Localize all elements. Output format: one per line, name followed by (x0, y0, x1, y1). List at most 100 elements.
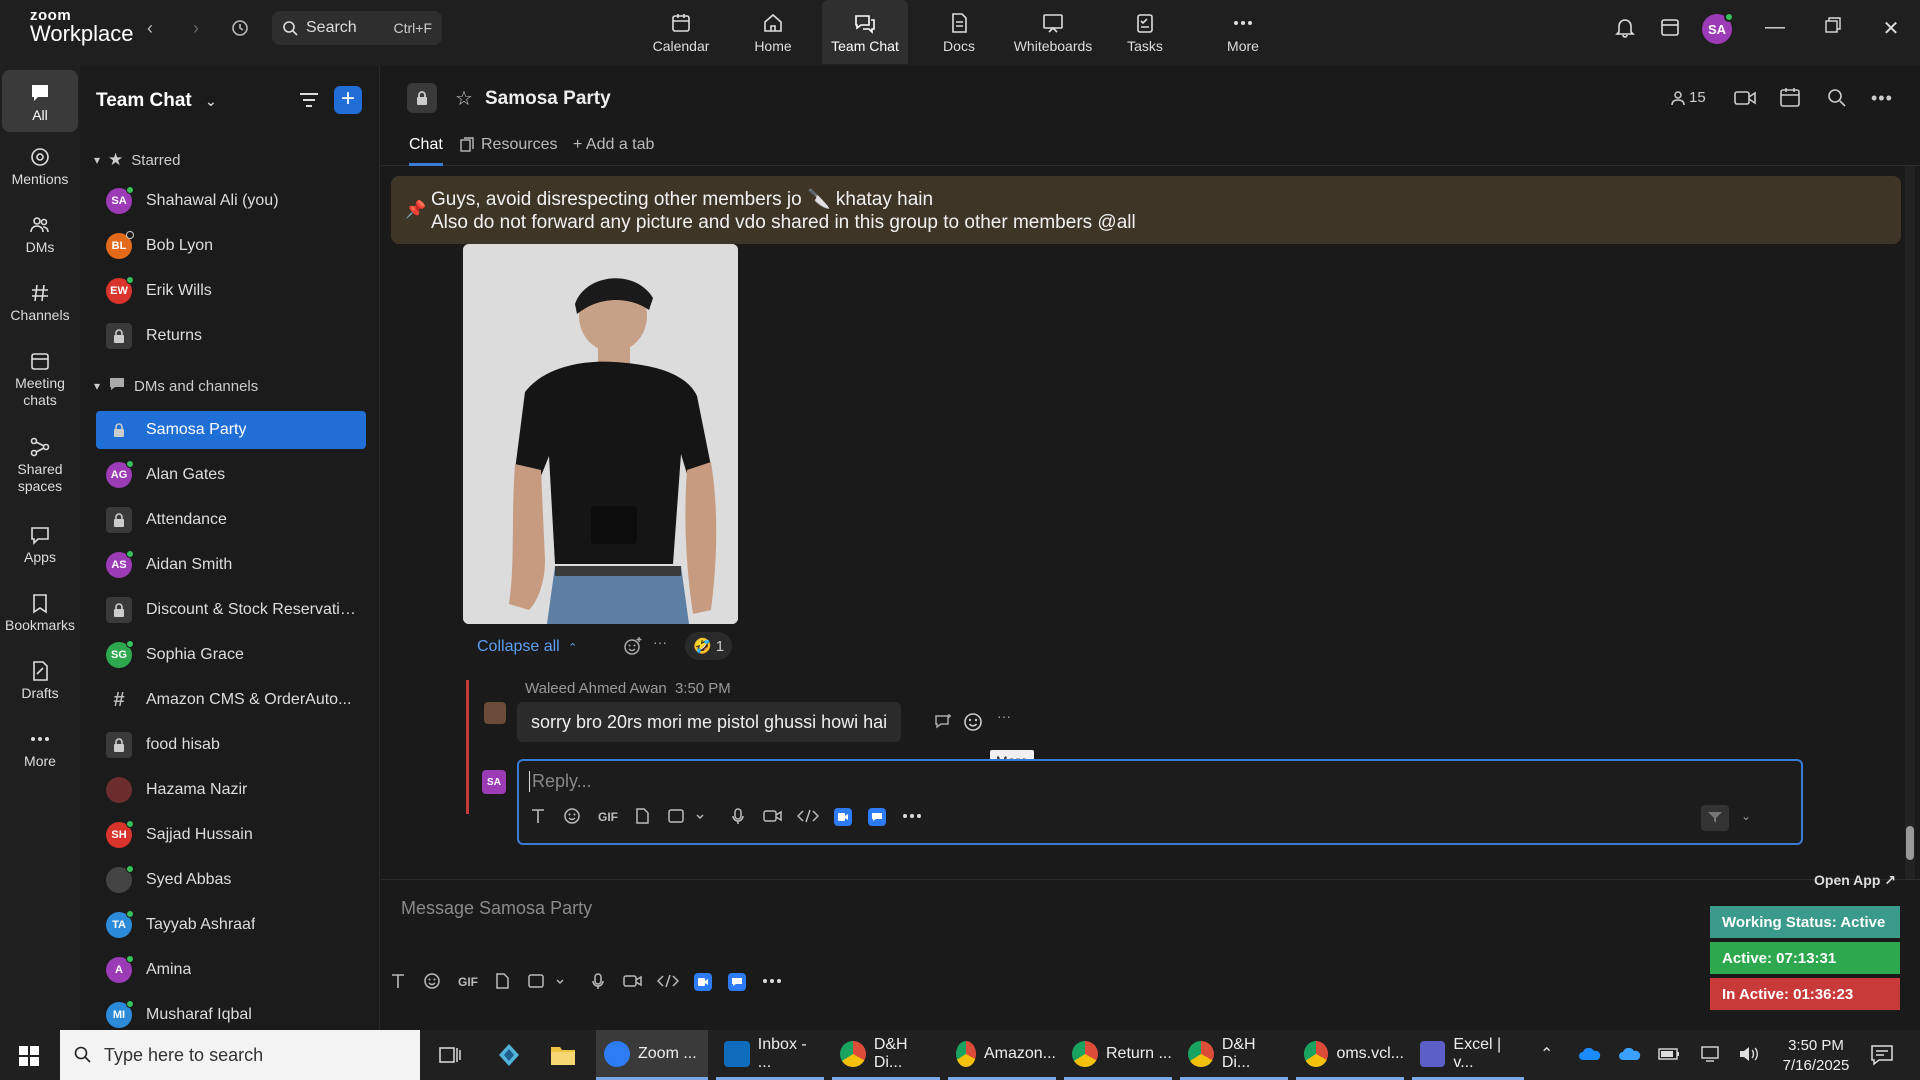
sidebar-item[interactable]: EW Erik Wills (96, 272, 366, 310)
message-more-icon[interactable]: ··· (997, 708, 1011, 724)
battery-icon[interactable] (1658, 1047, 1680, 1066)
rail-dms[interactable]: DMs (2, 214, 78, 255)
topnav-calendar[interactable]: Calendar (638, 0, 724, 64)
windows-start-icon[interactable] (18, 1045, 40, 1072)
screenshot-icon[interactable] (667, 807, 685, 827)
starred-section-header[interactable]: ▾ ★ Starred (94, 150, 180, 170)
topnav-docs[interactable]: Docs (916, 0, 1002, 64)
rail-channels[interactable]: Channels (2, 282, 78, 323)
filter-icon[interactable] (298, 90, 320, 115)
rail-shared-spaces[interactable]: Shared spaces (2, 436, 78, 495)
restore-icon[interactable] (1818, 16, 1848, 46)
sidebar-title[interactable]: Team Chat ⌄ (96, 90, 217, 112)
rail-bookmarks[interactable]: Bookmarks (2, 592, 78, 633)
rail-all[interactable]: All (2, 70, 78, 132)
topnav-tasks[interactable]: Tasks (1102, 0, 1188, 64)
sidebar-item[interactable]: SG Sophia Grace (96, 636, 366, 674)
format-text-icon[interactable] (389, 972, 407, 992)
taskbar-app[interactable]: Zoom ... (596, 1030, 708, 1080)
add-reaction-icon[interactable] (963, 710, 985, 737)
sidebar-item[interactable]: MI Musharaf Iqbal (96, 996, 366, 1034)
sidebar-item[interactable]: # Amazon CMS & OrderAuto... (96, 681, 366, 719)
zoom-app-icon[interactable] (833, 807, 853, 827)
file-icon[interactable] (493, 972, 511, 992)
video-message-icon[interactable] (763, 807, 783, 827)
user-avatar[interactable]: SA (1702, 12, 1734, 44)
sidebar-item[interactable]: Discount & Stock Reservatio... (96, 591, 366, 629)
taskbar-app[interactable]: Amazon... (948, 1030, 1056, 1080)
sidebar-item[interactable]: SH Sajjad Hussain (96, 816, 366, 854)
topnav-more[interactable]: More (1200, 0, 1286, 64)
more-dots-icon[interactable] (761, 972, 783, 992)
taskbar-app[interactable]: D&H Di... (832, 1030, 940, 1080)
sidebar-item[interactable]: AS Aidan Smith (96, 546, 366, 584)
tab-resources[interactable]: Resources (459, 136, 557, 154)
format-text-icon[interactable] (529, 807, 547, 827)
send-icon[interactable] (1701, 805, 1729, 831)
video-icon[interactable] (1733, 88, 1757, 113)
send-options-icon[interactable]: ⌄ (1741, 809, 1751, 823)
emoji-icon[interactable] (563, 807, 581, 827)
sidebar-item[interactable]: Attendance (96, 501, 366, 539)
file-explorer-icon[interactable] (550, 1043, 576, 1072)
close-icon[interactable]: ✕ (1876, 16, 1906, 46)
schedule-icon[interactable] (1779, 86, 1801, 113)
topnav-home[interactable]: Home (730, 0, 816, 64)
sidebar-item[interactable]: Hazama Nazir (96, 771, 366, 809)
sidebar-item[interactable]: SA Shahawal Ali (you) (96, 182, 366, 220)
back-arrow-icon[interactable]: ‹ (140, 18, 160, 38)
search-icon[interactable] (1827, 88, 1847, 113)
sidebar-item[interactable]: food hisab (96, 726, 366, 764)
volume-icon[interactable] (1738, 1045, 1760, 1068)
taskbar-app[interactable]: Excel | v... (1412, 1030, 1524, 1080)
shared-photo[interactable] (463, 244, 738, 624)
minimize-icon[interactable]: — (1760, 16, 1790, 46)
forward-arrow-icon[interactable]: › (186, 18, 206, 38)
dms-section-header[interactable]: ▾ DMs and channels (94, 376, 258, 396)
gif-icon[interactable]: GIF (597, 807, 621, 827)
rail-drafts[interactable]: Drafts (2, 660, 78, 701)
file-icon[interactable] (633, 807, 651, 827)
topnav-whiteboards[interactable]: Whiteboards (1008, 0, 1098, 64)
zoom-app-icon[interactable] (693, 972, 713, 992)
search-box[interactable]: Search Ctrl+F (272, 11, 442, 45)
microphone-icon[interactable] (729, 807, 747, 827)
add-reaction-icon[interactable] (623, 636, 643, 661)
sidebar-item[interactable]: Syed Abbas (96, 861, 366, 899)
taskbar-app[interactable]: Return ... (1064, 1030, 1172, 1080)
thread-more-icon[interactable]: ··· (653, 634, 667, 650)
taskbar-app[interactable]: Inbox - ... (716, 1030, 824, 1080)
member-count[interactable]: 15 (1671, 89, 1706, 106)
collapse-all-button[interactable]: Collapse all ⌃ (477, 638, 577, 656)
history-icon[interactable] (230, 18, 250, 38)
sidebar-item[interactable]: AG Alan Gates (96, 456, 366, 494)
sidebar-item[interactable]: Samosa Party (96, 411, 366, 449)
copilot-icon[interactable] (496, 1042, 522, 1073)
sidebar-item[interactable]: BL Bob Lyon (96, 227, 366, 265)
tray-chevron-icon[interactable]: ⌃ (1540, 1044, 1553, 1064)
chevron-down-icon[interactable] (555, 972, 565, 992)
taskbar-app[interactable]: oms.vcl... (1296, 1030, 1404, 1080)
sidebar-item[interactable]: TA Tayyab Ashraaf (96, 906, 366, 944)
calendar-status-icon[interactable] (1655, 16, 1685, 46)
screenshot-icon[interactable] (527, 972, 545, 992)
scrollbar-thumb[interactable] (1906, 826, 1914, 860)
topnav-team-chat[interactable]: Team Chat (822, 0, 908, 64)
tab-add[interactable]: + Add a tab (573, 136, 654, 154)
reply-in-thread-icon[interactable] (933, 712, 953, 737)
more-dots-icon[interactable] (901, 807, 923, 827)
reaction-chip[interactable]: 🤣 1 (685, 632, 733, 660)
code-icon[interactable] (656, 972, 680, 992)
emoji-icon[interactable] (423, 972, 441, 992)
taskbar-search[interactable]: Type here to search (60, 1030, 420, 1080)
onedrive-icon[interactable] (1578, 1046, 1602, 1067)
rail-more[interactable]: More (2, 728, 78, 769)
reply-input[interactable]: Reply... (529, 771, 592, 792)
rail-meeting-chats[interactable]: Meeting chats (2, 350, 78, 409)
sidebar-item[interactable]: Returns (96, 317, 366, 355)
open-app-button[interactable]: Open App ↗ (1814, 872, 1896, 889)
new-chat-button[interactable]: + (334, 86, 362, 114)
reply-box[interactable]: Reply... GIF ⌄ (517, 759, 1803, 845)
onedrive-business-icon[interactable] (1618, 1046, 1642, 1067)
task-view-icon[interactable] (438, 1044, 462, 1071)
